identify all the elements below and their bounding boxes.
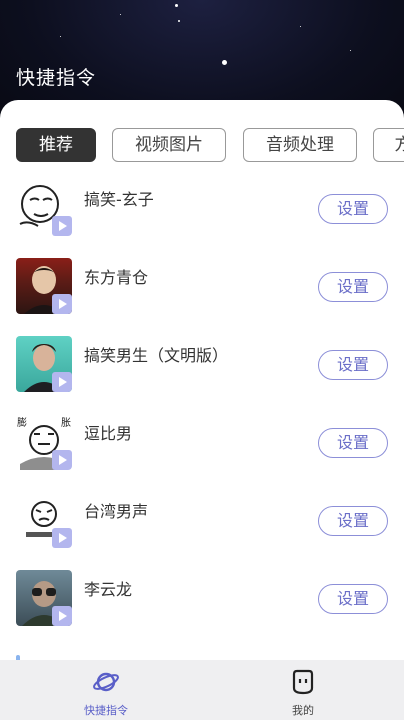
play-icon [52,528,72,548]
tab-audio-processing[interactable]: 音频处理 [243,128,357,162]
settings-button[interactable]: 设置 [318,272,388,302]
item-title: 台湾男声 [84,502,149,521]
portrait-thumbnail [16,570,72,626]
portrait-thumbnail [16,258,72,314]
tab-recommended[interactable]: 推荐 [16,128,96,162]
item-title: 李云龙 [84,580,133,599]
settings-button[interactable]: 设置 [318,350,388,380]
list-item[interactable]: 膨 胀 逗比男 设置 [16,414,388,474]
play-icon [52,450,72,470]
play-icon [52,216,72,236]
settings-button[interactable]: 设置 [318,194,388,224]
meme-face-thumbnail: 膨 胀 [16,414,72,470]
meme-face-thumbnail [16,180,72,236]
settings-button[interactable]: 设置 [318,506,388,536]
play-icon [52,372,72,392]
meme-face-thumbnail [16,492,72,548]
nav-shortcuts[interactable]: 快捷指令 [56,668,156,718]
item-title: 东方青仓 [84,268,149,287]
star-decoration [178,20,180,22]
face-icon [292,669,314,695]
tab-video-image[interactable]: 视频图片 [112,128,226,162]
list-item[interactable]: 搞笑男生（文明版） 设置 [16,336,388,396]
star-decoration [120,14,121,15]
nav-label: 我的 [292,704,314,717]
settings-button[interactable]: 设置 [318,584,388,614]
nav-label: 快捷指令 [84,704,128,717]
item-title: 逗比男 [84,424,133,443]
settings-button[interactable]: 设置 [318,428,388,458]
planet-icon [93,672,119,692]
nav-mine[interactable]: 我的 [253,668,353,718]
portrait-thumbnail [16,336,72,392]
item-title: 搞笑男生（文明版） [84,346,229,365]
tab-partial[interactable]: 方 [373,128,404,162]
list-item[interactable]: 东方青仓 设置 [16,258,388,318]
list-item[interactable]: 李云龙 设置 [16,570,388,630]
page-title: 快捷指令 [16,67,97,89]
star-decoration [300,26,301,27]
thumb-caption-left: 膨 [17,418,27,429]
bottom-navigation: 快捷指令 我的 [0,660,404,720]
list-item[interactable]: 搞笑-玄子 设置 [16,180,388,240]
star-decoration [60,36,61,37]
thumb-caption-right: 胀 [61,418,71,429]
star-decoration [175,4,178,7]
category-tabs: 推荐 视频图片 音频处理 方 [16,128,404,162]
star-decoration [222,60,227,65]
play-icon [52,294,72,314]
content-sheet: 推荐 视频图片 音频处理 方 搞笑-玄子 设置 东方青仓 设置 搞笑男生（文明版… [0,100,404,660]
star-decoration [350,50,351,51]
list-item[interactable]: 台湾男声 设置 [16,492,388,552]
item-title: 搞笑-玄子 [84,190,154,209]
play-icon [52,606,72,626]
